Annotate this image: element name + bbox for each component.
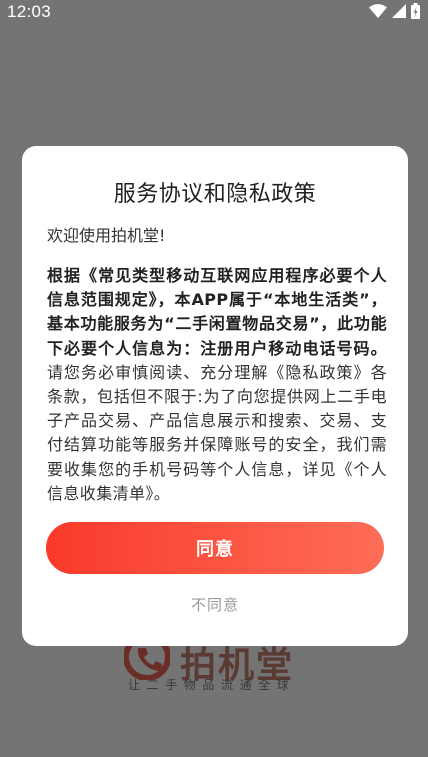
agree-button[interactable]: 同意 [46,522,384,574]
signal-icon [392,4,406,18]
required-info-paragraph: 根据《常见类型移动互联网应用程序必要个人信息范围规定》，本APP属于“本地生活类… [47,266,387,358]
privacy-paragraph: 请您务必审慎阅读、充分理解《隐私政策》各条款，包括但不限于:为了向您提供网上二手… [47,362,387,503]
disagree-button[interactable]: 不同意 [22,594,408,615]
status-time: 12:03 [7,2,52,21]
status-bar: 12:03 [0,0,428,24]
wifi-icon [369,4,387,18]
slogan: 让二手物品流通全球 [128,678,296,692]
privacy-dialog: 服务协议和隐私政策 欢迎使用拍机堂! 根据《常见类型移动互联网应用程序必要个人信… [22,146,408,646]
dialog-title: 服务协议和隐私政策 [113,182,317,207]
battery-icon [411,3,420,19]
policy-body: 根据《常见类型移动互联网应用程序必要个人信息范围规定》，本APP属于“本地生活类… [47,264,387,506]
welcome-text: 欢迎使用拍机堂! [47,226,166,245]
status-icons [369,3,420,19]
